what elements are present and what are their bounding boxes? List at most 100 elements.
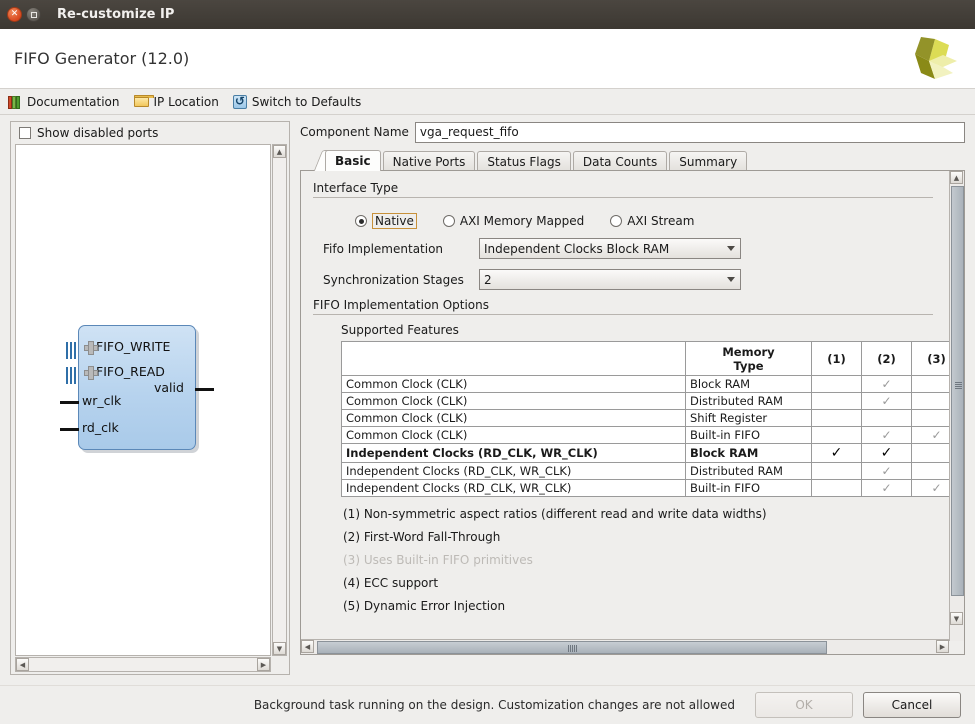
scroll-right-icon[interactable]: ▶ [936,640,949,653]
scrollbar-grip [955,382,962,389]
table-row[interactable]: Common Clock (CLK) Built-in FIFO ✓ ✓ [341,426,962,444]
ok-button[interactable]: OK [755,692,853,718]
cell-memory: Block RAM [685,443,812,463]
dialog-header: FIFO Generator (12.0) [0,29,975,88]
component-name-label: Component Name [300,125,409,139]
cell-feature-2: ✓ [861,426,912,444]
fifo-implementation-value: Independent Clocks Block RAM [484,241,670,256]
fifo-implementation-select[interactable]: Independent Clocks Block RAM [479,238,741,259]
tab-label-native-ports: Native Ports [392,154,466,169]
supported-features-tbody: Common Clock (CLK) Block RAM ✓ Common Cl… [341,375,962,497]
fifo-implementation-options-header: FIFO Implementation Options [313,298,933,315]
tab-status-flags[interactable]: Status Flags [477,151,571,171]
radio-axi-stream[interactable] [610,215,623,227]
show-disabled-ports-row[interactable]: Show disabled ports [11,122,289,144]
wire-wr-clk [60,401,79,404]
component-name-input[interactable]: vga_request_fifo [414,121,965,143]
chevron-down-icon [727,277,735,282]
cell-feature-1 [811,479,862,497]
supported-features-label: Supported Features [341,323,459,337]
port-fifo-write[interactable]: FIFO_WRITE [84,339,170,355]
window-titlebar: ✕ Re-customize IP [0,0,975,29]
maximize-icon[interactable] [26,7,41,22]
symbol-canvas[interactable]: FIFO_WRITE FIFO_READ wr_clk rd_clk valid [15,144,271,656]
tab-data-counts[interactable]: Data Counts [572,151,668,171]
canvas-horizontal-scrollbar[interactable]: ◀ ▶ [15,657,271,672]
scroll-down-icon[interactable]: ▼ [273,642,286,655]
tab-summary[interactable]: Summary [669,151,748,171]
tab-bar: Basic Native Ports Status Flags Data Cou… [300,149,965,171]
tick-icon: ✓ [880,445,893,461]
ip-symbol-panel: Show disabled ports FIFO_WRITE FIFO_READ… [10,121,290,675]
tick-icon: ✓ [881,394,892,408]
tick-icon: ✓ [881,428,892,442]
scroll-up-icon[interactable]: ▲ [950,171,963,184]
folder-icon [133,95,154,108]
table-row[interactable]: Common Clock (CLK) Distributed RAM ✓ [341,392,962,410]
tick-icon: ✓ [830,445,843,461]
toolbar-item-switch-to-defaults[interactable]: Switch to Defaults [232,94,362,109]
expand-plus-icon[interactable] [84,366,98,380]
expand-plus-icon[interactable] [84,341,98,355]
toolbar-label-documentation: Documentation [27,94,120,109]
scroll-right-icon[interactable]: ▶ [257,658,270,671]
chevron-down-icon [727,246,735,251]
footnote-2: (2) First-Word Fall-Through [343,530,501,544]
table-row-selected[interactable]: Independent Clocks (RD_CLK, WR_CLK) Bloc… [341,443,962,463]
col-header-clocking [341,341,686,376]
basic-tab-content: Interface Type Native AXI Memory Mapped … [301,171,962,641]
scrollbar-grip [568,645,577,652]
config-panel: Component Name vga_request_fifo Basic Na… [300,121,965,675]
table-header-row: Memory Type (1) (2) (3) [341,341,962,376]
synchronization-stages-select[interactable]: 2 [479,269,741,290]
refresh-icon [232,94,247,109]
table-row[interactable]: Common Clock (CLK) Shift Register [341,409,962,427]
table-row[interactable]: Independent Clocks (RD_CLK, WR_CLK) Buil… [341,479,962,497]
horizontal-scrollbar-thumb[interactable] [317,641,827,654]
radio-native[interactable] [355,215,367,227]
table-row[interactable]: Common Clock (CLK) Block RAM ✓ [341,375,962,393]
cell-feature-2: ✓ [861,443,912,463]
status-message: Background task running on the design. C… [253,698,735,712]
cell-feature-1 [811,375,862,393]
panel-horizontal-scrollbar[interactable]: ◀ ▶ [301,639,949,654]
cell-clocking: Common Clock (CLK) [341,375,686,393]
toolbar-item-ip-location[interactable]: IP Location [133,95,219,109]
footnote-3: (3) Uses Built-in FIFO primitives [343,553,533,567]
scroll-left-icon[interactable]: ◀ [301,640,314,653]
cell-feature-2 [861,409,912,427]
dialog-body: Show disabled ports FIFO_WRITE FIFO_READ… [0,115,975,685]
cell-feature-1 [811,409,862,427]
interface-type-radio-group: Native AXI Memory Mapped AXI Stream [355,213,931,229]
cell-feature-1: ✓ [811,443,862,463]
close-icon[interactable]: ✕ [7,7,22,22]
scroll-up-icon[interactable]: ▲ [273,145,286,158]
cell-clocking: Common Clock (CLK) [341,409,686,427]
wire-rd-clk [60,428,79,431]
radio-item-native[interactable]: Native [355,213,417,229]
basic-tab-panel: Interface Type Native AXI Memory Mapped … [300,170,965,655]
footnotes: (1) Non-symmetric aspect ratios (differe… [343,507,931,613]
toolbar-item-documentation[interactable]: Documentation [8,95,120,109]
scroll-left-icon[interactable]: ◀ [16,658,29,671]
tab-native-ports[interactable]: Native Ports [382,151,476,171]
cancel-button[interactable]: Cancel [863,692,961,718]
bus-connector-fifo-write [66,342,76,359]
toolbar-label-switch-to-defaults: Switch to Defaults [251,94,362,109]
radio-axi-memory-mapped[interactable] [442,215,455,227]
dialog-footer: Background task running on the design. C… [0,685,975,724]
col-header-1: (1) [811,341,862,376]
cell-feature-1 [811,462,862,480]
show-disabled-ports-checkbox[interactable] [19,127,31,139]
canvas-vertical-scrollbar[interactable]: ▲ ▼ [272,144,287,656]
radio-item-axi-memory-mapped[interactable]: AXI Memory Mapped [442,214,584,228]
vertical-scrollbar-thumb[interactable] [951,186,964,596]
radio-item-axi-stream[interactable]: AXI Stream [610,214,694,228]
cell-clocking: Independent Clocks (RD_CLK, WR_CLK) [341,479,686,497]
tab-basic[interactable]: Basic [325,150,381,171]
port-fifo-read[interactable]: FIFO_READ [84,364,165,380]
table-row[interactable]: Independent Clocks (RD_CLK, WR_CLK) Dist… [341,462,962,480]
scroll-down-icon[interactable]: ▼ [950,612,963,625]
panel-vertical-scrollbar[interactable]: ▲ ▼ [949,171,964,641]
cell-feature-2: ✓ [861,462,912,480]
